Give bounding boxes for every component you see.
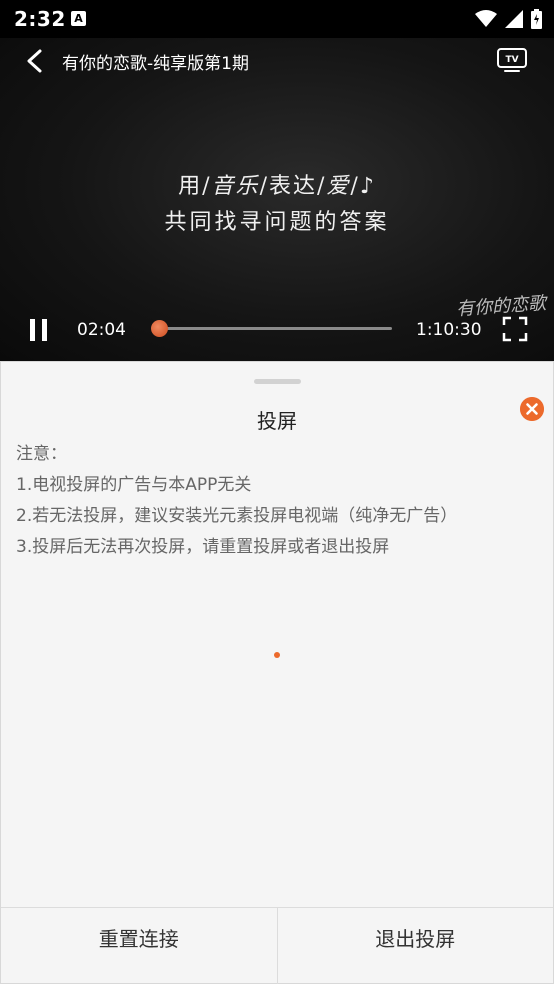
exit-cast-button[interactable]: 退出投屏	[276, 908, 554, 984]
video-title: 有你的恋歌-纯享版第1期	[62, 54, 249, 74]
cast-bottom-sheet: 投屏 注意： 1.电视投屏的广告与本APP无关 2.若无法投屏，建议安装光元素投…	[0, 361, 554, 984]
battery-icon	[531, 9, 542, 29]
seek-bar-thumb[interactable]	[151, 320, 169, 337]
drag-handle[interactable]	[254, 379, 301, 384]
seek-bar[interactable]	[151, 320, 392, 337]
current-time: 02:04	[77, 320, 126, 340]
loading-indicator	[274, 652, 280, 658]
notice-heading: 注意：	[16, 444, 67, 464]
notice-item: 2.若无法投屏，建议安装光元素投屏电视端（纯净无广告）	[16, 506, 458, 526]
pause-icon[interactable]	[26, 317, 52, 343]
signal-icon	[505, 10, 523, 28]
svg-text:TV: TV	[505, 55, 518, 65]
total-time: 1:10:30	[416, 320, 482, 340]
status-bar: 2:32 A	[0, 0, 554, 38]
reset-connection-button[interactable]: 重置连接	[1, 908, 277, 984]
sheet-actions: 重置连接 退出投屏	[1, 907, 553, 984]
notice-item: 3.投屏后无法再次投屏，请重置投屏或者退出投屏	[16, 537, 390, 557]
notice-item: 1.电视投屏的广告与本APP无关	[16, 475, 252, 495]
wifi-icon	[475, 10, 497, 27]
sheet-title: 投屏	[257, 409, 297, 433]
tv-cast-icon[interactable]: TV	[496, 47, 528, 73]
notice-list: 注意： 1.电视投屏的广告与本APP无关 2.若无法投屏，建议安装光元素投屏电视…	[16, 443, 457, 567]
video-player[interactable]: 有你的恋歌-纯享版第1期 TV 用/音乐/表达/爱/♪ 共同找寻问题的答案 有你…	[0, 38, 554, 361]
status-icons	[475, 8, 542, 30]
status-time: 2:32	[14, 7, 66, 31]
close-icon[interactable]	[520, 397, 544, 421]
fullscreen-icon[interactable]	[502, 316, 528, 342]
back-arrow-icon[interactable]	[18, 48, 52, 74]
notification-app-icon: A	[71, 11, 86, 26]
lyric-line-2: 共同找寻问题的答案	[164, 210, 390, 235]
lyric-line-1: 用/音乐/表达/爱/♪	[178, 174, 376, 199]
show-watermark-logo: 有你的恋歌	[455, 292, 547, 321]
